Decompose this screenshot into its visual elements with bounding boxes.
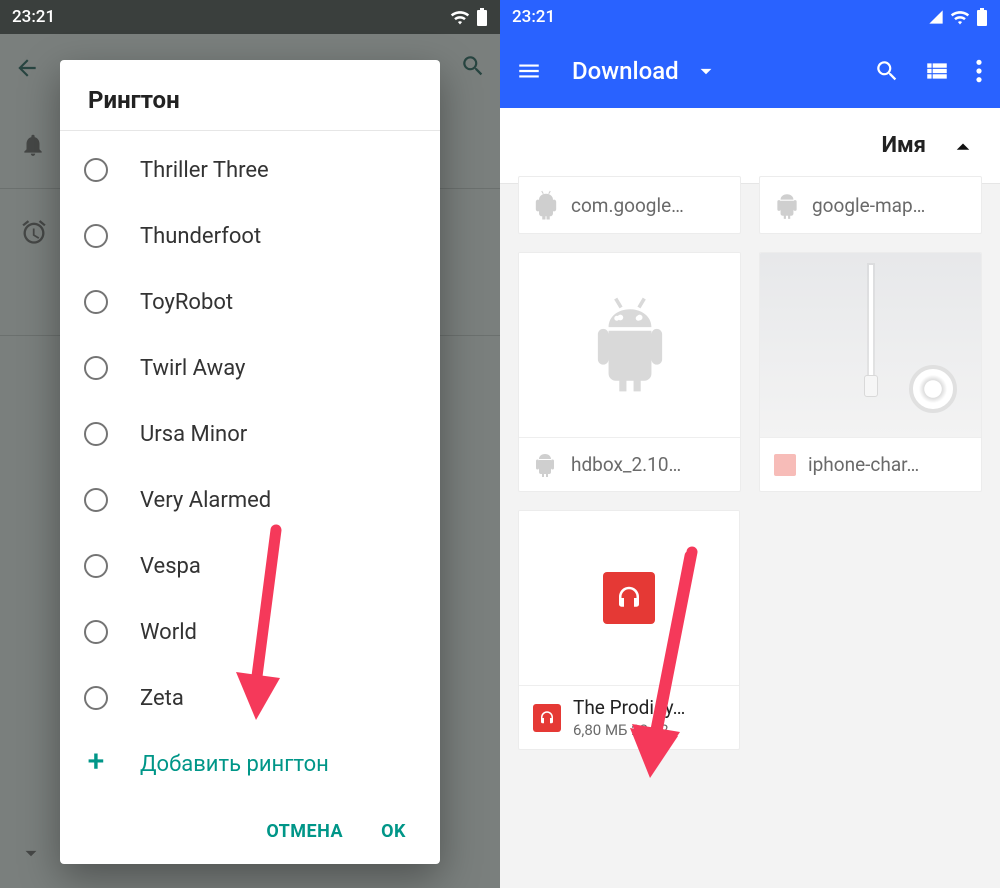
ringtone-option[interactable]: ToyRobot bbox=[60, 269, 440, 335]
image-icon bbox=[774, 454, 796, 476]
status-time: 23:21 bbox=[12, 7, 55, 27]
folder-dropdown[interactable]: Download bbox=[572, 57, 719, 85]
file-grid: com.google… google-map… hdbox_2.10… bbox=[500, 184, 1000, 768]
ringtone-label: Zeta bbox=[140, 686, 184, 711]
ringtone-option[interactable]: Thriller Three bbox=[60, 137, 440, 203]
status-bar: 23:21 bbox=[0, 0, 500, 34]
status-time: 23:21 bbox=[512, 7, 555, 27]
sort-label: Имя bbox=[882, 133, 926, 158]
cancel-button[interactable]: ОТМЕНА bbox=[266, 821, 343, 842]
file-name: com.google… bbox=[571, 194, 684, 217]
file-manager-toolbar: Download bbox=[500, 34, 1000, 108]
battery-icon bbox=[976, 8, 988, 26]
status-icons bbox=[928, 8, 988, 26]
file-thumbnail bbox=[760, 253, 981, 437]
file-thumbnail bbox=[519, 253, 740, 437]
ringtone-option[interactable]: Vespa bbox=[60, 533, 440, 599]
bell-icon bbox=[20, 132, 46, 158]
android-icon bbox=[774, 190, 800, 220]
ringtone-option[interactable]: Thunderfoot bbox=[60, 203, 440, 269]
status-icons bbox=[450, 8, 488, 26]
wifi-icon bbox=[450, 9, 470, 25]
radio-icon bbox=[84, 290, 108, 314]
file-meta: 6,80 МБ 23:02 bbox=[573, 721, 685, 739]
ringtone-option[interactable]: Zeta bbox=[60, 665, 440, 731]
file-name: The Prodigy… bbox=[573, 696, 685, 719]
ringtone-label: Thunderfoot bbox=[140, 224, 261, 249]
file-thumbnail bbox=[519, 511, 739, 685]
android-icon bbox=[533, 450, 559, 480]
ringtone-dialog: Рингтон Thriller Three Thunderfoot ToyRobo… bbox=[60, 60, 440, 864]
back-arrow-icon bbox=[14, 55, 40, 81]
wifi-icon bbox=[950, 9, 970, 25]
radio-icon bbox=[84, 422, 108, 446]
chevron-down-icon bbox=[693, 58, 719, 84]
alarm-clock-icon bbox=[20, 218, 48, 246]
android-icon bbox=[533, 190, 559, 220]
add-ringtone-label: Добавить рингтон bbox=[140, 752, 329, 777]
battery-icon bbox=[476, 8, 488, 26]
ringtone-option[interactable]: Twirl Away bbox=[60, 335, 440, 401]
ok-button[interactable]: OK bbox=[381, 821, 406, 842]
file-card[interactable]: google-map… bbox=[759, 176, 982, 234]
dialog-title: Рингтон bbox=[60, 60, 440, 131]
ringtone-label: World bbox=[140, 620, 197, 645]
file-name: hdbox_2.10… bbox=[571, 453, 681, 476]
ringtone-option[interactable]: World bbox=[60, 599, 440, 665]
phone-screenshot-left: 23:21 Рингтон Thriller ThreeThunderfootT… bbox=[0, 0, 500, 888]
ringtone-list[interactable]: Thriller Three Thunderfoot ToyRobot Twirl A… bbox=[60, 131, 440, 798]
dialog-actions: ОТМЕНА OK bbox=[60, 798, 440, 864]
hamburger-icon[interactable] bbox=[516, 58, 542, 84]
chevron-up-icon bbox=[948, 131, 978, 161]
ringtone-label: Ursa Minor bbox=[140, 422, 247, 447]
search-icon bbox=[460, 53, 486, 79]
radio-icon bbox=[84, 554, 108, 578]
ringtone-label: ToyRobot bbox=[140, 290, 233, 315]
music-icon bbox=[533, 704, 561, 732]
ringtone-label: Very Alarmed bbox=[140, 488, 271, 513]
radio-icon bbox=[84, 356, 108, 380]
image-preview bbox=[760, 253, 981, 437]
sort-bar[interactable]: Имя bbox=[500, 108, 1000, 184]
ringtone-option[interactable]: Very Alarmed bbox=[60, 467, 440, 533]
search-icon[interactable] bbox=[874, 58, 900, 84]
add-ringtone-button[interactable]: + Добавить рингтон bbox=[60, 731, 440, 797]
view-grid-icon[interactable] bbox=[924, 58, 950, 84]
radio-icon bbox=[84, 488, 108, 512]
ringtone-label: Thriller Three bbox=[140, 158, 269, 183]
music-icon bbox=[603, 572, 655, 624]
android-icon bbox=[587, 295, 673, 395]
radio-icon bbox=[84, 224, 108, 248]
folder-title: Download bbox=[572, 57, 679, 85]
radio-icon bbox=[84, 620, 108, 644]
radio-icon bbox=[84, 158, 108, 182]
file-card[interactable]: The Prodigy… 6,80 МБ 23:02 bbox=[518, 510, 740, 750]
chevron-down-icon bbox=[18, 840, 44, 866]
plus-icon: + bbox=[84, 752, 108, 776]
file-card[interactable]: com.google… bbox=[518, 176, 741, 234]
status-bar: 23:21 bbox=[500, 0, 1000, 34]
ringtone-label: Twirl Away bbox=[140, 356, 245, 381]
ringtone-label: Vespa bbox=[140, 554, 201, 579]
ringtone-option[interactable]: Ursa Minor bbox=[60, 401, 440, 467]
phone-screenshot-right: 23:21 Download Имя com.google… bbox=[500, 0, 1000, 888]
file-card[interactable]: iphone-char… bbox=[759, 252, 982, 492]
file-card[interactable]: hdbox_2.10… bbox=[518, 252, 741, 492]
signal-icon bbox=[928, 9, 944, 25]
more-menu-icon[interactable] bbox=[974, 58, 984, 84]
file-name: google-map… bbox=[812, 194, 925, 217]
radio-icon bbox=[84, 686, 108, 710]
file-name: iphone-char… bbox=[808, 453, 919, 476]
